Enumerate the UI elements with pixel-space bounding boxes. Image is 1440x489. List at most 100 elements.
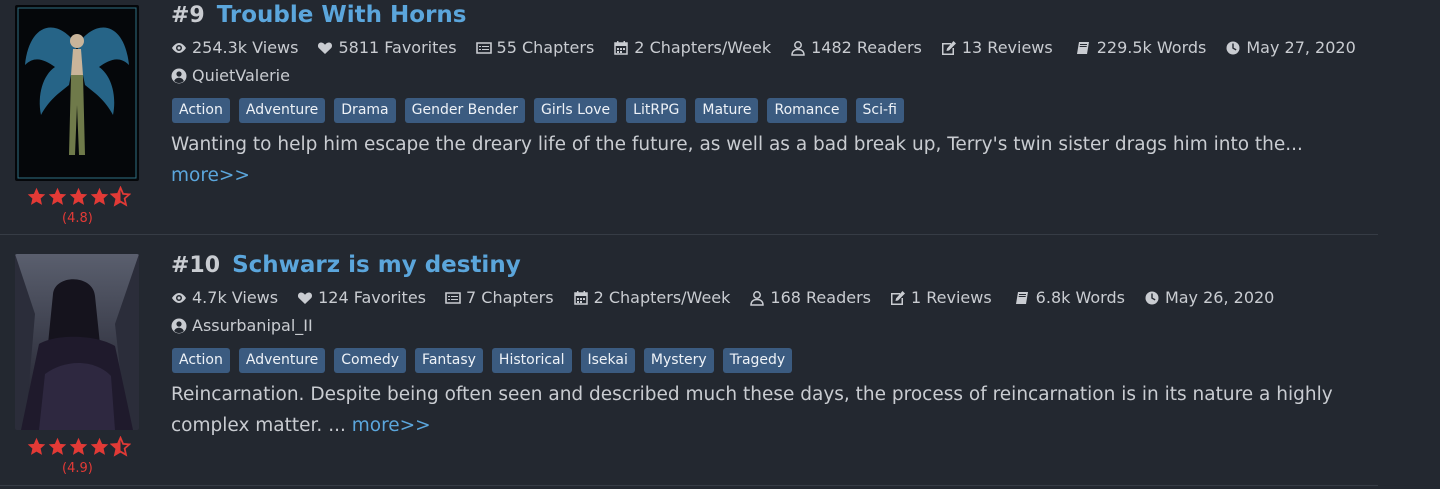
tag-mature[interactable]: Mature [695,98,759,123]
tag-sci-fi[interactable]: Sci-fi [855,98,904,123]
tag-gender-bender[interactable]: Gender Bender [404,98,526,123]
star-icon [69,437,88,455]
tag-adventure[interactable]: Adventure [238,98,326,123]
fiction-title-link[interactable]: Trouble With Horns [217,2,467,28]
author[interactable]: Assurbanipal_II [171,316,313,335]
tag-historical[interactable]: Historical [491,348,572,373]
more-link[interactable]: more>> [171,165,250,186]
calendar-icon [614,40,629,55]
rating-value: (4.9) [62,461,93,476]
star-rating [26,436,132,458]
reviews-stat: 13 Reviews [941,38,1053,57]
readers-stat: 168 Readers [749,288,871,307]
tag-list: Action Adventure Comedy Fantasy Historic… [172,348,793,373]
heart-icon [318,42,333,54]
description: Wanting to help him escape the dreary li… [171,129,1351,191]
reviews-value: 1 Reviews [910,288,992,307]
favorites-value: 5811 Favorites [338,38,457,57]
views-stat: 254.3k Views [171,38,298,57]
fiction-entry: (4.8) #9 Trouble With Horns 254.3k Views… [0,0,1378,235]
words-stat: 229.5k Words [1076,38,1207,57]
more-link[interactable]: more>> [352,415,431,436]
clock-icon [1145,291,1159,304]
cover-image[interactable] [15,5,139,181]
clock-icon [1226,41,1240,54]
chapters-stat: 55 Chapters [475,38,595,57]
tag-drama[interactable]: Drama [334,98,396,123]
tag-tragedy[interactable]: Tragedy [722,348,793,373]
star-half-icon [110,186,131,207]
favorites-stat: 5811 Favorites [317,38,457,57]
date-stat: May 27, 2020 [1225,38,1356,57]
tag-girls-love[interactable]: Girls Love [534,98,618,123]
book-icon [1015,291,1028,304]
rate-value: 2 Chapters/Week [634,38,772,57]
tag-action[interactable]: Action [172,348,230,373]
star-icon [48,187,67,205]
tag-action[interactable]: Action [172,98,230,123]
rank: #10 [171,253,221,278]
tag-comedy[interactable]: Comedy [334,348,407,373]
fiction-list: (4.8) #9 Trouble With Horns 254.3k Views… [0,0,1440,489]
author-name[interactable]: QuietValerie [192,66,290,85]
cover-image[interactable] [15,254,139,430]
eye-icon [172,42,186,53]
tag-litrpg[interactable]: LitRPG [626,98,687,123]
user-icon [750,290,765,306]
tag-adventure[interactable]: Adventure [238,348,326,373]
star-icon [90,437,109,455]
tag-romance[interactable]: Romance [767,98,847,123]
views-stat: 4.7k Views [171,288,278,307]
favorites-stat: 124 Favorites [297,288,426,307]
title-row: #10 Schwarz is my destiny [171,252,521,278]
user-circle-icon [171,68,187,83]
heart-icon [298,292,313,304]
tag-mystery[interactable]: Mystery [643,348,714,373]
star-half-icon [110,436,131,457]
fiction-entry: (4.9) #10 Schwarz is my destiny 4.7k Vie… [0,235,1378,486]
title-row: #9 Trouble With Horns [171,2,466,28]
edit-icon [890,290,905,305]
description: Reincarnation. Despite being often seen … [171,379,1351,441]
rate-stat: 2 Chapters/Week [613,38,771,57]
rating-value: (4.8) [62,211,93,226]
star-icon [48,437,67,455]
readers-value: 168 Readers [770,288,871,307]
list-icon [445,291,461,304]
words-stat: 6.8k Words [1015,288,1125,307]
book-icon [1076,41,1089,54]
chapters-stat: 7 Chapters [445,288,554,307]
views-value: 4.7k Views [192,288,279,307]
rate-value: 2 Chapters/Week [593,288,731,307]
description-text: Wanting to help him escape the dreary li… [171,134,1303,155]
tag-fantasy[interactable]: Fantasy [415,348,483,373]
chapters-value: 55 Chapters [496,38,595,57]
list-icon [475,41,492,54]
fiction-title-link[interactable]: Schwarz is my destiny [232,252,521,278]
eye-icon [172,292,186,303]
date-stat: May 26, 2020 [1144,288,1274,307]
star-rating [26,186,132,208]
tag-isekai[interactable]: Isekai [580,348,635,373]
tag-list: Action Adventure Drama Gender Bender Gir… [172,98,904,123]
chapters-value: 7 Chapters [466,288,554,307]
calendar-icon [573,290,588,305]
user-icon [791,40,805,56]
date-value: May 26, 2020 [1164,288,1275,307]
author-name[interactable]: Assurbanipal_II [192,316,313,335]
reviews-stat: 1 Reviews [890,288,992,307]
words-value: 6.8k Words [1035,288,1125,307]
reviews-value: 13 Reviews [961,38,1053,57]
rank: #9 [171,3,205,28]
author[interactable]: QuietValerie [171,66,290,85]
edit-icon [941,40,956,55]
readers-stat: 1482 Readers [790,38,922,57]
description-text: Reincarnation. Despite being often seen … [171,384,1333,436]
user-circle-icon [171,318,187,333]
star-icon [90,187,109,205]
stats-row: 4.7k Views 124 Favorites 7 Chapters 2 Ch… [171,288,1274,307]
readers-value: 1482 Readers [811,38,922,57]
date-value: May 27, 2020 [1246,38,1356,57]
star-icon [27,187,46,205]
words-value: 229.5k Words [1096,38,1207,57]
